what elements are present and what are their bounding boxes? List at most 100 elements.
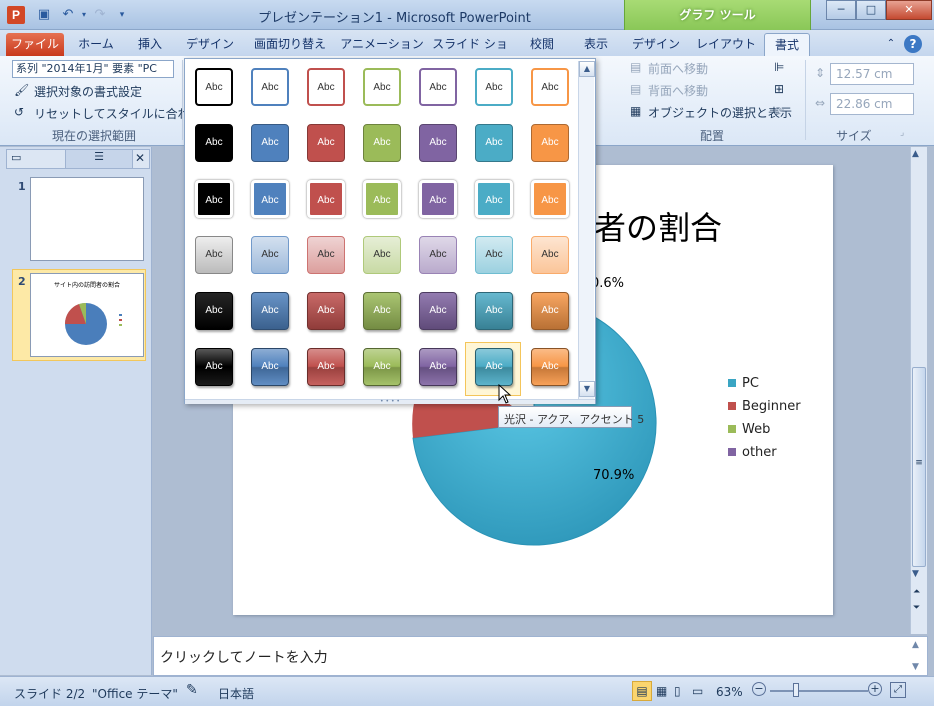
gallery-resize-grip[interactable]: • • • • <box>185 399 595 405</box>
shape-style-swatch[interactable]: Abc <box>195 68 233 106</box>
shape-style-swatch[interactable]: Abc <box>531 348 569 386</box>
maximize-button[interactable]: □ <box>856 0 886 20</box>
legend-item[interactable]: Beginner <box>728 399 801 414</box>
minimize-ribbon-icon[interactable]: ⌃ <box>884 33 898 56</box>
legend-item[interactable]: other <box>728 445 777 460</box>
gallery-scroll-up-icon[interactable]: ▲ <box>579 61 595 77</box>
zoom-slider-track[interactable] <box>770 690 868 692</box>
shape-style-swatch[interactable]: Abc <box>251 292 289 330</box>
shape-style-swatch[interactable]: Abc <box>475 236 513 274</box>
theme-name[interactable]: "Office テーマ" <box>92 685 178 702</box>
shape-style-swatch[interactable]: Abc <box>307 180 345 218</box>
tab-design[interactable]: デザイン <box>180 33 240 56</box>
undo-dropdown-icon[interactable]: ▾ <box>76 7 92 23</box>
slides-tab-icon[interactable]: ▭ <box>11 151 21 164</box>
height-input[interactable]: 12.57 cm <box>830 63 914 85</box>
shape-style-swatch[interactable]: Abc <box>363 348 401 386</box>
minimize-button[interactable]: ─ <box>826 0 856 20</box>
tab-chart-design[interactable]: デザイン <box>628 33 684 56</box>
shape-style-swatch[interactable]: Abc <box>195 292 233 330</box>
shape-style-swatch[interactable]: Abc <box>195 180 233 218</box>
shape-style-swatch[interactable]: Abc <box>363 236 401 274</box>
shape-style-swatch[interactable]: Abc <box>251 124 289 162</box>
language-indicator[interactable]: 日本語 <box>218 685 254 702</box>
selection-pane-button[interactable]: オブジェクトの選択と表示 <box>648 104 792 121</box>
shape-style-swatch[interactable]: Abc <box>419 68 457 106</box>
legend-item[interactable]: PC <box>728 376 759 391</box>
tab-view[interactable]: 表示 <box>574 33 618 56</box>
help-icon[interactable]: ? <box>904 35 922 53</box>
redo-icon[interactable]: ↷ <box>92 7 108 23</box>
spell-check-icon[interactable]: ✎ <box>186 682 198 698</box>
align-icon[interactable]: ⊫ <box>774 60 784 74</box>
shape-style-swatch[interactable]: Abc <box>419 292 457 330</box>
bring-forward-button[interactable]: 前面へ移動 <box>648 60 708 77</box>
shape-style-swatch[interactable]: Abc <box>531 124 569 162</box>
save-icon[interactable]: ▣ <box>36 7 52 23</box>
tab-slideshow[interactable]: スライド ショー <box>432 33 508 73</box>
scroll-thumb[interactable]: ≡ <box>912 367 926 567</box>
tab-file[interactable]: ファイル <box>6 33 64 56</box>
shape-style-swatch[interactable]: Abc <box>195 124 233 162</box>
undo-icon[interactable]: ↶ <box>60 7 76 23</box>
shape-style-swatch[interactable]: Abc <box>251 236 289 274</box>
group-objects-icon[interactable]: ⊞ <box>774 82 784 96</box>
customize-qat-icon[interactable]: ▾ <box>114 7 130 23</box>
rotate-icon[interactable]: ⟳ <box>774 104 784 118</box>
reading-view-icon[interactable]: ▯ <box>674 684 681 698</box>
scroll-up-icon[interactable]: ▲ <box>912 149 919 159</box>
shape-style-swatch[interactable]: Abc <box>419 124 457 162</box>
zoom-slider-thumb[interactable] <box>793 683 799 697</box>
scroll-down-icon[interactable]: ▼ <box>912 569 919 579</box>
next-slide-icon[interactable]: ⏷ <box>913 603 920 613</box>
outline-tab-icon[interactable]: ☰ <box>65 150 133 168</box>
shape-style-swatch[interactable]: Abc <box>195 348 233 386</box>
shape-style-swatch[interactable]: Abc <box>251 68 289 106</box>
shape-style-swatch[interactable]: Abc <box>363 292 401 330</box>
shape-style-swatch[interactable]: Abc <box>419 348 457 386</box>
shape-style-swatch[interactable]: Abc <box>307 68 345 106</box>
tab-home[interactable]: ホーム <box>70 33 122 56</box>
normal-view-icon[interactable]: ▤ <box>632 681 652 701</box>
shape-style-swatch[interactable]: Abc <box>475 124 513 162</box>
chart-elements-dropdown[interactable]: 系列 "2014年1月" 要素 "PC <box>12 60 174 78</box>
shape-style-swatch[interactable]: Abc <box>531 68 569 106</box>
slide-sorter-icon[interactable]: ▦ <box>656 684 667 698</box>
shape-style-swatch[interactable]: Abc <box>475 292 513 330</box>
fit-to-window-icon[interactable]: ⤢ <box>890 682 906 698</box>
gallery-scrollbar[interactable]: ▲ ▼ <box>578 61 595 399</box>
size-dialog-launcher-icon[interactable]: ⌟ <box>900 128 904 138</box>
tab-transitions[interactable]: 画面切り替え <box>248 33 332 56</box>
shape-style-swatch[interactable]: Abc <box>531 292 569 330</box>
shape-style-swatch[interactable]: Abc <box>307 292 345 330</box>
format-selection-button[interactable]: 選択対象の書式設定 <box>34 83 142 100</box>
shape-style-swatch[interactable]: Abc <box>475 180 513 218</box>
shape-style-swatch[interactable]: Abc <box>307 124 345 162</box>
shape-style-swatch[interactable]: Abc <box>475 348 513 386</box>
shape-style-swatch[interactable]: Abc <box>363 68 401 106</box>
shape-style-swatch[interactable]: Abc <box>307 236 345 274</box>
notes-scroll-up-icon[interactable]: ▲ <box>912 640 919 650</box>
tab-animations[interactable]: アニメーション <box>340 33 424 56</box>
shape-style-swatch[interactable]: Abc <box>419 180 457 218</box>
shape-style-swatch[interactable]: Abc <box>531 180 569 218</box>
powerpoint-logo-icon[interactable]: P <box>7 6 25 24</box>
zoom-in-icon[interactable]: + <box>868 682 882 696</box>
slideshow-view-icon[interactable]: ▭ <box>692 684 703 698</box>
tab-insert[interactable]: 挿入 <box>128 33 172 56</box>
previous-slide-icon[interactable]: ⏶ <box>913 587 920 597</box>
shape-style-swatch[interactable]: Abc <box>475 68 513 106</box>
shape-style-swatch[interactable]: Abc <box>195 236 233 274</box>
tab-chart-layout[interactable]: レイアウト <box>694 33 758 56</box>
close-button[interactable]: ✕ <box>886 0 932 20</box>
vertical-scrollbar[interactable]: ▲ ≡ ▼ ⏶ ⏷ <box>910 147 927 634</box>
tab-review[interactable]: 校閲 <box>520 33 564 56</box>
shape-style-swatch[interactable]: Abc <box>419 236 457 274</box>
slide-thumbnail-1[interactable] <box>30 177 144 261</box>
zoom-level[interactable]: 63% <box>716 685 743 699</box>
gallery-scroll-down-icon[interactable]: ▼ <box>579 381 595 397</box>
slide-thumbnail-2[interactable]: サイト内の訪問者の割合 <box>30 273 144 357</box>
shape-style-swatch[interactable]: Abc <box>251 180 289 218</box>
legend-item[interactable]: Web <box>728 422 770 437</box>
send-backward-button[interactable]: 背面へ移動 <box>648 82 708 99</box>
